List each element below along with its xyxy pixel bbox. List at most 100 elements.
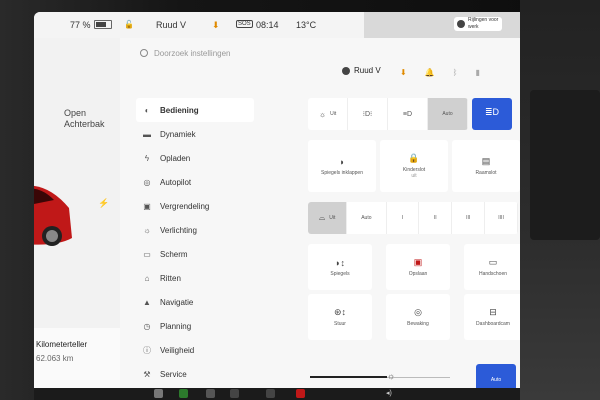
brightness-icon[interactable]: ☼ bbox=[387, 371, 395, 381]
dashcam-label: Dashboardcam bbox=[476, 321, 510, 327]
toggle-icon: ◐ bbox=[144, 105, 150, 115]
bolt-icon: ϟ bbox=[144, 153, 150, 163]
menu-item[interactable]: ▣ Vergrendeling bbox=[136, 194, 254, 218]
clock-icon: ◷ bbox=[143, 321, 151, 331]
window-icon: ▤ bbox=[481, 156, 491, 166]
header-icons: ⬇ 🔔 ᛒ ▮ bbox=[400, 68, 498, 77]
high-beam-button[interactable]: ≣D bbox=[472, 98, 512, 130]
interior-panel bbox=[530, 90, 600, 240]
info-icon: ⓘ bbox=[143, 345, 151, 355]
menu-item[interactable]: ϟ Opladen bbox=[136, 146, 254, 170]
bell-icon[interactable]: 🔔 bbox=[425, 68, 435, 77]
download-icon[interactable]: ⬇ bbox=[400, 68, 407, 77]
app-icon[interactable] bbox=[266, 389, 275, 398]
adjust-row-2: ⊛↕ Stuur ◎ Bewaking ⊟ Dashboardcam bbox=[308, 294, 520, 340]
adjust-mirrors-button[interactable]: ◗↕ Spiegels bbox=[308, 244, 372, 290]
signal-icon[interactable]: ▮ bbox=[475, 68, 479, 77]
download-icon[interactable]: ⬇ bbox=[212, 20, 220, 31]
child-lock-button[interactable]: 🔒 Kinderslot uit bbox=[380, 140, 448, 192]
menu-item[interactable]: ⌂ Ritten bbox=[136, 266, 254, 290]
menu-item-label: Planning bbox=[160, 321, 192, 331]
battery-icon bbox=[94, 20, 112, 29]
menu-item-label: Service bbox=[160, 369, 187, 379]
app-icon[interactable] bbox=[230, 389, 239, 398]
open-trunk-button[interactable]: Open Achterbak bbox=[64, 108, 105, 130]
odometer: Kilometerteller 62.063 km bbox=[34, 328, 120, 388]
menu-item-label: Bediening bbox=[160, 105, 199, 115]
wiper-level-option[interactable]: I bbox=[387, 202, 420, 234]
lights-off-label: Uit bbox=[330, 111, 337, 117]
lights-off-option[interactable]: ☼ Uit bbox=[308, 98, 348, 130]
menu-item[interactable]: ▲ Navigatie bbox=[136, 290, 254, 314]
sos-badge[interactable]: SOS bbox=[236, 20, 253, 28]
menu-item[interactable]: ▬ Dynamiek bbox=[136, 122, 254, 146]
menu-item[interactable]: ◐ Bediening bbox=[136, 98, 254, 122]
camera-save-icon: ▣ bbox=[413, 257, 423, 267]
save-label: Opslaan bbox=[408, 271, 428, 277]
wiper-off-option[interactable]: ⌓ Uit bbox=[308, 202, 348, 234]
brightness-slider[interactable]: ☼ bbox=[310, 368, 452, 388]
menu-item[interactable]: ☼ Verlichting bbox=[136, 218, 254, 242]
user-profile[interactable]: Ruud V bbox=[342, 66, 381, 75]
save-button[interactable]: ▣ Opslaan bbox=[386, 244, 450, 290]
dashcam-button[interactable]: ⊟ Dashboardcam bbox=[464, 294, 520, 340]
adjust-row-1: ◗↕ Spiegels ▣ Opslaan ▭ Handschoen bbox=[308, 244, 520, 290]
dashcam-icon: ⊟ bbox=[489, 307, 497, 317]
odometer-label: Kilometerteller bbox=[36, 340, 88, 349]
sentry-button[interactable]: ◎ Bewaking bbox=[386, 294, 450, 340]
lock-icon[interactable]: 🔓 bbox=[124, 20, 134, 29]
fold-mirrors-button[interactable]: ◗ Spiegels inklappen bbox=[308, 140, 376, 192]
display-icon: ▭ bbox=[143, 249, 151, 259]
low-beam-option[interactable]: ≡D bbox=[388, 98, 428, 130]
menu-item[interactable]: ⓘ Veiligheid bbox=[136, 338, 254, 362]
wiper-row: ⌓ Uit Auto I II III IIII bbox=[308, 202, 518, 234]
glovebox-button[interactable]: ▭ Handschoen bbox=[464, 244, 520, 290]
app-icon[interactable] bbox=[179, 389, 188, 398]
lights-row: ☼ Uit ⁝D⁝ ≡D Auto ≣D bbox=[308, 98, 512, 130]
wiper-level-option[interactable]: III bbox=[452, 202, 486, 234]
search-input[interactable]: Doorzoek instellingen bbox=[140, 48, 231, 58]
battery-percent: 77 % bbox=[70, 20, 91, 30]
menu-item[interactable]: ⚒ Service bbox=[136, 362, 254, 386]
menu-item-label: Vergrendeling bbox=[160, 201, 210, 211]
menu-item[interactable]: ◎ Autopilot bbox=[136, 170, 254, 194]
bluetooth-icon[interactable]: ᛒ bbox=[453, 68, 458, 77]
lights-auto-option[interactable]: Auto bbox=[428, 98, 468, 130]
low-beam-icon: ≡D bbox=[402, 110, 413, 118]
wiper-auto-option[interactable]: Auto bbox=[347, 202, 387, 234]
touchscreen: 77 % 🔓 Ruud V ⬇ SOS 08:14 13°C Rijlingen… bbox=[34, 12, 520, 400]
app-icon[interactable] bbox=[154, 389, 163, 398]
lock-row: ◗ Spiegels inklappen 🔒 Kinderslot uit ▤ Raam… bbox=[308, 140, 520, 192]
steering-wheel-icon: ⊛↕ bbox=[333, 307, 347, 317]
wiper-level-option[interactable]: II bbox=[419, 202, 453, 234]
status-bar: 77 % 🔓 Ruud V ⬇ SOS 08:14 13°C Rijlingen… bbox=[34, 12, 520, 38]
car-image bbox=[34, 185, 72, 246]
parking-lights-option[interactable]: ⁝D⁝ bbox=[348, 98, 388, 130]
volume-icon[interactable]: ◂) bbox=[386, 389, 394, 398]
wiper-level-option[interactable]: IIII bbox=[485, 202, 518, 234]
app-icon[interactable] bbox=[296, 389, 305, 398]
wrench-icon: ⚒ bbox=[143, 369, 151, 379]
profile-name[interactable]: Ruud V bbox=[156, 20, 186, 30]
menu-item-label: Veiligheid bbox=[160, 345, 195, 355]
menu-item[interactable]: ▭ Scherm bbox=[136, 242, 254, 266]
mirror-adjust-icon: ◗↕ bbox=[335, 257, 345, 268]
wiper-icon: ⌓ bbox=[318, 213, 326, 222]
driver-profile-badge[interactable]: Rijlingen voor werk bbox=[454, 17, 502, 31]
charge-bolt-icon[interactable]: ⚡ bbox=[98, 198, 109, 209]
sun-icon: ☼ bbox=[143, 225, 151, 235]
child-lock-state: uit bbox=[411, 173, 417, 179]
menu-item-label: Verlichting bbox=[160, 225, 197, 235]
steering-adjust-button[interactable]: ⊛↕ Stuur bbox=[308, 294, 372, 340]
fold-mirrors-label: Spiegels inklappen bbox=[321, 169, 363, 176]
car-panel: Open Achterbak ⚡ Kilometerteller 62.063 … bbox=[34, 38, 120, 400]
user-icon bbox=[342, 66, 350, 75]
settings-menu: ◐ Bediening ▬ Dynamiek ϟ Opladen ◎ Autopilot ▣ Ve… bbox=[136, 98, 254, 400]
taskbar: ◂) bbox=[34, 388, 520, 400]
window-lock-button[interactable]: ▤ Raamslot bbox=[452, 140, 520, 192]
app-icon[interactable] bbox=[206, 389, 215, 398]
sentry-label: Bewaking bbox=[407, 321, 429, 327]
controls-area: ☼ Uit ⁝D⁝ ≡D Auto ≣D ◗ Spiegels inklappen … bbox=[308, 98, 520, 400]
steering-icon: ◎ bbox=[143, 177, 151, 187]
menu-item[interactable]: ◷ Planning bbox=[136, 314, 254, 338]
